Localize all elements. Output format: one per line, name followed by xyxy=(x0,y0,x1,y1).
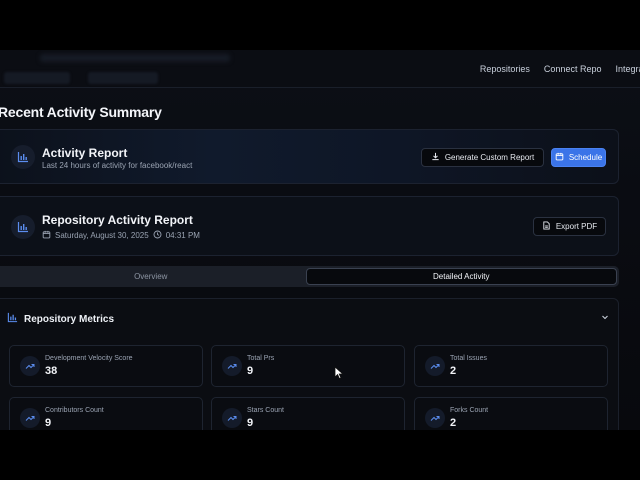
app-window: Repositories Connect Repo Integrat Recen… xyxy=(0,50,640,430)
top-navigation: Repositories Connect Repo Integrat xyxy=(0,50,640,88)
bar-chart-icon xyxy=(11,145,35,169)
metric-card-total-prs: Total Prs 9 xyxy=(211,345,405,387)
metric-card-forks: Forks Count 2 xyxy=(414,397,608,430)
trending-up-icon xyxy=(222,408,242,428)
bar-chart-icon xyxy=(7,310,18,328)
blurred-nav-item[interactable] xyxy=(4,72,70,84)
blurred-nav-item[interactable] xyxy=(88,72,158,84)
nav-links: Repositories Connect Repo Integrat xyxy=(480,64,640,74)
activity-report-subtitle: Last 24 hours of activity for facebook/r… xyxy=(42,161,193,170)
download-icon xyxy=(431,152,440,163)
metric-value: 9 xyxy=(247,365,254,377)
letterbox-top xyxy=(0,0,640,50)
metric-label: Forks Count xyxy=(450,407,489,414)
repository-metrics-panel: Repository Metrics Development Velocity … xyxy=(0,298,619,430)
metric-label: Contributors Count xyxy=(45,407,104,414)
report-tabs: Overview Detailed Activity xyxy=(0,266,619,287)
export-pdf-label: Export PDF xyxy=(555,222,598,231)
repository-metrics-header: Repository Metrics xyxy=(7,310,114,328)
bar-chart-icon xyxy=(11,215,35,239)
metric-label: Total Issues xyxy=(450,355,487,362)
trending-up-icon xyxy=(425,408,445,428)
metric-label: Stars Count xyxy=(247,407,284,414)
metric-card-stars: Stars Count 9 xyxy=(211,397,405,430)
letterbox-bottom xyxy=(0,430,640,480)
schedule-label: Schedule xyxy=(568,153,603,162)
report-datetime: Saturday, August 30, 2025 04:31 PM xyxy=(42,230,200,241)
trending-up-icon xyxy=(425,356,445,376)
report-date: Saturday, August 30, 2025 xyxy=(55,231,149,240)
tab-detailed-activity[interactable]: Detailed Activity xyxy=(305,268,617,285)
tab-overview[interactable]: Overview xyxy=(0,268,306,285)
nav-link-connect-repo[interactable]: Connect Repo xyxy=(544,64,602,74)
generate-custom-report-label: Generate Custom Report xyxy=(444,153,535,162)
metric-card-total-issues: Total Issues 2 xyxy=(414,345,608,387)
metric-card-contributors: Contributors Count 9 xyxy=(9,397,203,430)
schedule-button[interactable]: Schedule xyxy=(551,148,606,167)
page-title: Recent Activity Summary xyxy=(0,104,162,120)
metric-label: Development Velocity Score xyxy=(45,355,133,362)
file-icon xyxy=(542,221,551,232)
activity-report-title: Activity Report xyxy=(42,146,128,160)
metric-value: 9 xyxy=(247,417,254,429)
export-pdf-button[interactable]: Export PDF xyxy=(533,217,606,236)
metric-value: 9 xyxy=(45,417,52,429)
calendar-icon xyxy=(555,152,564,163)
activity-report-card: Activity Report Last 24 hours of activit… xyxy=(0,129,619,184)
mouse-cursor-icon xyxy=(334,366,344,380)
repository-report-title: Repository Activity Report xyxy=(42,213,193,227)
trending-up-icon xyxy=(20,408,40,428)
chevron-down-icon[interactable] xyxy=(599,311,611,323)
nav-link-integrations[interactable]: Integrat xyxy=(615,64,640,74)
calendar-icon xyxy=(42,230,51,241)
trending-up-icon xyxy=(20,356,40,376)
blurred-logo xyxy=(40,54,230,62)
nav-link-repositories[interactable]: Repositories xyxy=(480,64,530,74)
generate-custom-report-button[interactable]: Generate Custom Report xyxy=(421,148,544,167)
metric-label: Total Prs xyxy=(247,355,275,362)
metric-value: 2 xyxy=(450,417,457,429)
repository-report-card: Repository Activity Report Saturday, Aug… xyxy=(0,196,619,256)
metric-value: 2 xyxy=(450,365,457,377)
metric-card-development-velocity: Development Velocity Score 38 xyxy=(9,345,203,387)
clock-icon xyxy=(153,230,162,241)
metric-value: 38 xyxy=(45,365,58,377)
repository-metrics-title: Repository Metrics xyxy=(24,313,115,325)
report-time: 04:31 PM xyxy=(165,231,200,240)
trending-up-icon xyxy=(222,356,242,376)
